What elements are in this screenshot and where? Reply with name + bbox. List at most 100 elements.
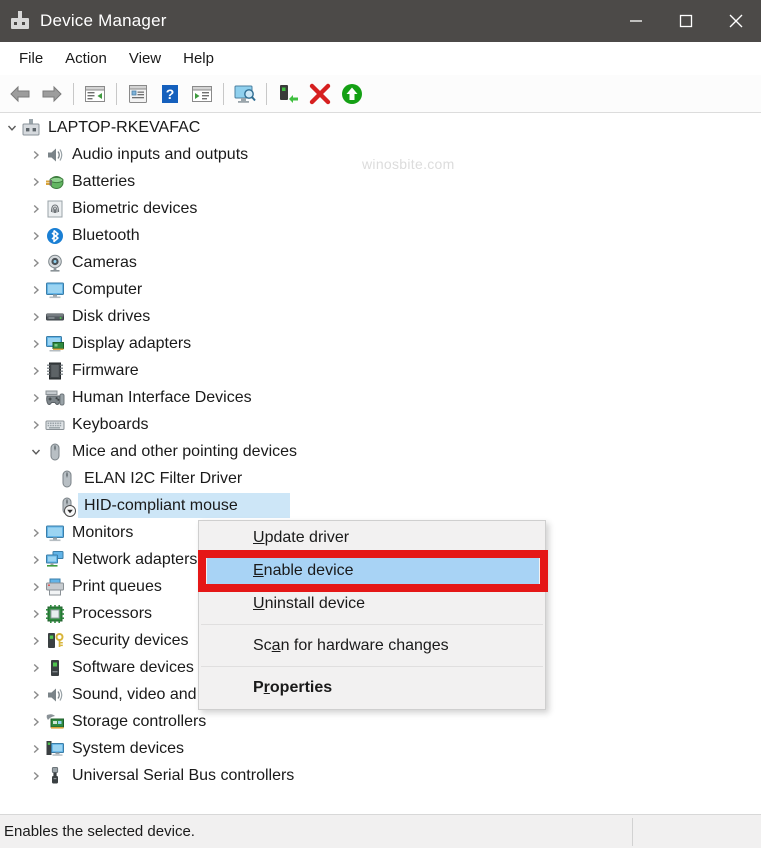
context-menu-item-label: pdate driver [264, 528, 350, 546]
chevron-down-icon[interactable] [28, 438, 44, 465]
disk-drive-icon [44, 306, 66, 328]
usb-icon [44, 765, 66, 787]
menu-help[interactable]: Help [172, 46, 225, 71]
tree-item-label: Software devices [72, 658, 194, 676]
camera-icon [44, 252, 66, 274]
tree-item-label: ELAN I2C Filter Driver [84, 469, 243, 487]
forward-button[interactable] [36, 78, 68, 110]
tree-item-system-devices[interactable]: System devices [0, 735, 761, 762]
chevron-right-icon[interactable] [28, 546, 44, 573]
monitor-icon [44, 279, 66, 301]
chevron-right-icon[interactable] [28, 303, 44, 330]
show-hide-action-pane-button[interactable] [186, 78, 218, 110]
chevron-right-icon[interactable] [28, 276, 44, 303]
context-menu-item-properties[interactable]: Pr operties [199, 671, 545, 704]
chevron-right-icon[interactable] [28, 384, 44, 411]
context-menu-item-update-driver[interactable]: Update driver [199, 521, 545, 554]
help-button[interactable]: ? [154, 78, 186, 110]
tree-item-label: Biometric devices [72, 199, 198, 217]
bluetooth-icon [44, 225, 66, 247]
tree-item-batteries[interactable]: Batteries [0, 168, 761, 195]
tree-item-bluetooth[interactable]: Bluetooth [0, 222, 761, 249]
tree-item-human-interface-devices[interactable]: Human Interface Devices [0, 384, 761, 411]
svg-text:?: ? [166, 86, 175, 102]
context-menu-item-label: nable device [263, 561, 354, 579]
device-disabled-arrow-icon [64, 504, 76, 517]
update-driver-button[interactable] [272, 78, 304, 110]
chevron-right-icon[interactable] [28, 411, 44, 438]
tree-item-cameras[interactable]: Cameras [0, 249, 761, 276]
close-button[interactable] [711, 0, 761, 42]
tree-item-mice-and-other-pointing-devices[interactable]: Mice and other pointing devices [0, 438, 761, 465]
chevron-right-icon[interactable] [28, 681, 44, 708]
maximize-button[interactable] [661, 0, 711, 42]
context-menu-item-uninstall-device[interactable]: Uninstall device [199, 587, 545, 620]
tree-item-label: Bluetooth [72, 226, 140, 244]
status-bar-divider [632, 818, 633, 846]
toolbar: ? [0, 75, 761, 113]
status-text: Enables the selected device. [4, 823, 195, 840]
fingerprint-icon [44, 198, 66, 220]
context-menu[interactable]: Update driver Enable device Uninstall de… [198, 520, 546, 710]
context-menu-item-enable-device[interactable]: Enable device [207, 554, 539, 587]
security-key-icon [44, 630, 66, 652]
tree-item-elan-i2c-filter-driver[interactable]: ELAN I2C Filter Driver [0, 465, 761, 492]
scan-hardware-changes-button[interactable] [229, 78, 261, 110]
menu-file[interactable]: File [8, 46, 54, 71]
tree-item-biometric-devices[interactable]: Biometric devices [0, 195, 761, 222]
chevron-right-icon[interactable] [28, 654, 44, 681]
tree-item-label: Batteries [72, 172, 136, 190]
chevron-right-icon[interactable] [28, 762, 44, 789]
context-menu-item-label: ninstall device [264, 594, 366, 612]
menu-bar: File Action View Help [0, 42, 761, 75]
tree-item-disk-drives[interactable]: Disk drives [0, 303, 761, 330]
menu-action[interactable]: Action [54, 46, 118, 71]
context-menu-separator-2 [201, 666, 543, 667]
tree-item-universal-serial-bus-controllers[interactable]: Universal Serial Bus controllers [0, 762, 761, 789]
firmware-chip-icon [44, 360, 66, 382]
chevron-right-icon[interactable] [28, 735, 44, 762]
chevron-right-icon[interactable] [28, 195, 44, 222]
tree-item-label: Mice and other pointing devices [72, 442, 298, 460]
context-menu-item-scan-for-hardware-changes[interactable]: Sc a n for hardware changes [199, 629, 545, 662]
chevron-right-icon[interactable] [28, 357, 44, 384]
tree-item-keyboards[interactable]: Keyboards [0, 411, 761, 438]
accel-char: U [253, 528, 265, 546]
tree-item-hid-compliant-mouse[interactable]: HID-compliant mouse [0, 492, 761, 519]
window-controls [611, 0, 761, 42]
properties-button[interactable] [122, 78, 154, 110]
chevron-down-icon[interactable] [4, 114, 20, 141]
computer-root-icon [20, 117, 42, 139]
chevron-right-icon[interactable] [28, 627, 44, 654]
chevron-right-icon[interactable] [28, 249, 44, 276]
back-button[interactable] [4, 78, 36, 110]
tree-item-display-adapters[interactable]: Display adapters [0, 330, 761, 357]
tree-item-root-label: LAPTOP-RKEVAFAC [48, 118, 201, 136]
accel-char: E [253, 561, 264, 579]
tree-item-computer[interactable]: Computer [0, 276, 761, 303]
tree-item-storage-controllers[interactable]: Storage controllers [0, 708, 761, 735]
enable-device-button[interactable] [336, 78, 368, 110]
chevron-right-icon[interactable] [28, 573, 44, 600]
chevron-right-icon[interactable] [28, 600, 44, 627]
show-hide-console-tree-button[interactable] [79, 78, 111, 110]
chevron-right-icon[interactable] [28, 519, 44, 546]
tree-item-label: Processors [72, 604, 153, 622]
tree-item-firmware[interactable]: Firmware [0, 357, 761, 384]
chevron-right-icon[interactable] [28, 330, 44, 357]
chevron-right-icon[interactable] [28, 708, 44, 735]
uninstall-device-button[interactable] [304, 78, 336, 110]
tree-item-root[interactable]: LAPTOP-RKEVAFAC [0, 114, 761, 141]
tree-item-label: Cameras [72, 253, 137, 271]
menu-view[interactable]: View [118, 46, 172, 71]
chevron-right-icon[interactable] [28, 141, 44, 168]
chevron-right-icon[interactable] [28, 168, 44, 195]
tree-item-label: Print queues [72, 577, 162, 595]
watermark: winosbite.com [362, 156, 455, 172]
monitor-icon [44, 522, 66, 544]
minimize-button[interactable] [611, 0, 661, 42]
tree-item-label: Storage controllers [72, 712, 207, 730]
mouse-icon [56, 468, 78, 490]
accel-char: U [253, 594, 265, 612]
chevron-right-icon[interactable] [28, 222, 44, 249]
